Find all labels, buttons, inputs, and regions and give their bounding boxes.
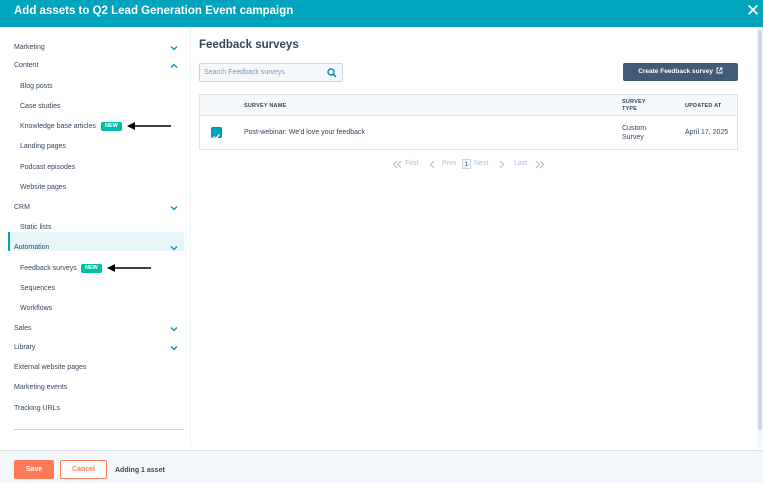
pager-prev[interactable]: Prev — [442, 160, 456, 167]
sidebar-item-blog-posts[interactable]: Blog posts — [20, 83, 53, 90]
sidebar-item-static-lists[interactable]: Static lists — [20, 224, 52, 231]
page-title: Feedback surveys — [199, 39, 299, 51]
scrollbar-thumb[interactable] — [758, 30, 762, 430]
modal-header: Add assets to Q2 Lead Generation Event c… — [0, 0, 763, 27]
adding-status: Adding 1 asset — [115, 467, 165, 474]
sidebar-item-marketing-events[interactable]: Marketing events — [14, 384, 67, 391]
sidebar-item-landing-pages[interactable]: Landing pages — [20, 143, 66, 150]
pager-first[interactable]: First — [405, 160, 419, 167]
last-page-icon[interactable] — [535, 160, 545, 169]
pager-current-page[interactable]: 1 — [462, 159, 471, 169]
annotation-arrow-icon — [127, 122, 171, 130]
surveys-table: SURVEY NAME SURVEY TYPE UPDATED AT Post-… — [199, 94, 738, 150]
search-input[interactable]: Search Feedback surveys — [199, 63, 343, 82]
sidebar-item-feedback-surveys[interactable]: Feedback surveys — [20, 265, 77, 272]
chevron-left-icon[interactable] — [429, 160, 436, 169]
first-page-icon[interactable] — [392, 160, 402, 169]
sidebar-item-tracking-urls[interactable]: Tracking URLs — [14, 405, 60, 412]
sidebar-section-sales[interactable]: Sales — [14, 325, 32, 332]
search-placeholder: Search Feedback surveys — [204, 69, 285, 76]
column-survey-type-line2[interactable]: TYPE — [622, 106, 637, 112]
column-survey-name[interactable]: SURVEY NAME — [244, 103, 286, 109]
sidebar-item-case-studies[interactable]: Case studies — [20, 103, 60, 110]
chevron-right-icon[interactable] — [498, 160, 505, 169]
column-survey-type-line1[interactable]: SURVEY — [622, 99, 646, 105]
check-icon — [213, 133, 221, 140]
chevron-down-icon[interactable] — [169, 43, 179, 53]
chevron-up-icon[interactable] — [169, 61, 179, 71]
chevron-down-icon[interactable] — [169, 203, 179, 213]
sidebar-section-library[interactable]: Library — [14, 344, 35, 351]
sidebar-item-external-website-pages[interactable]: External website pages — [14, 364, 86, 371]
new-badge: NEW — [101, 122, 122, 131]
survey-name-cell[interactable]: Post-webinar: We'd love your feedback — [244, 129, 365, 136]
sidebar-section-marketing[interactable]: Marketing — [14, 44, 45, 51]
sidebar-item-website-pages[interactable]: Website pages — [20, 184, 66, 191]
search-icon[interactable] — [327, 68, 337, 78]
create-button-label: Create Feedback survey — [638, 68, 713, 75]
close-icon[interactable]: ✕ — [744, 2, 762, 20]
pager-next[interactable]: Next — [474, 160, 488, 167]
chevron-down-icon[interactable] — [169, 243, 179, 253]
column-updated-at[interactable]: UPDATED AT — [685, 103, 721, 109]
new-badge: NEW — [81, 264, 102, 273]
annotation-arrow-icon — [107, 264, 151, 272]
survey-type-cell-line2: Survey — [622, 134, 644, 141]
chevron-down-icon[interactable] — [169, 324, 179, 334]
sidebar-section-content[interactable]: Content — [14, 62, 39, 69]
sidebar-item-knowledge-base[interactable]: Knowledge base articles — [20, 123, 96, 130]
modal-title: Add assets to Q2 Lead Generation Event c… — [14, 5, 294, 17]
updated-at-cell: April 17, 2025 — [685, 129, 729, 136]
sidebar-section-automation[interactable]: Automation — [14, 244, 49, 251]
sidebar-item-podcast-episodes[interactable]: Podcast episodes — [20, 164, 75, 171]
sidebar-item-sequences[interactable]: Sequences — [20, 285, 55, 292]
row-checkbox[interactable] — [211, 127, 222, 140]
external-link-icon — [716, 67, 723, 74]
sidebar-active-indicator — [8, 232, 10, 251]
sidebar-section-crm[interactable]: CRM — [14, 204, 30, 211]
sidebar-divider — [14, 429, 184, 430]
sidebar-item-workflows[interactable]: Workflows — [20, 305, 52, 312]
chevron-down-icon[interactable] — [169, 343, 179, 353]
pager-last[interactable]: Last — [514, 160, 527, 167]
panel-divider — [190, 27, 191, 447]
save-button[interactable]: Save — [14, 460, 54, 479]
table-header: SURVEY NAME SURVEY TYPE UPDATED AT — [200, 95, 737, 116]
cancel-button[interactable]: Cancel — [60, 460, 107, 479]
survey-type-cell-line1: Custom — [622, 125, 647, 132]
create-feedback-survey-button[interactable]: Create Feedback survey — [623, 63, 738, 81]
